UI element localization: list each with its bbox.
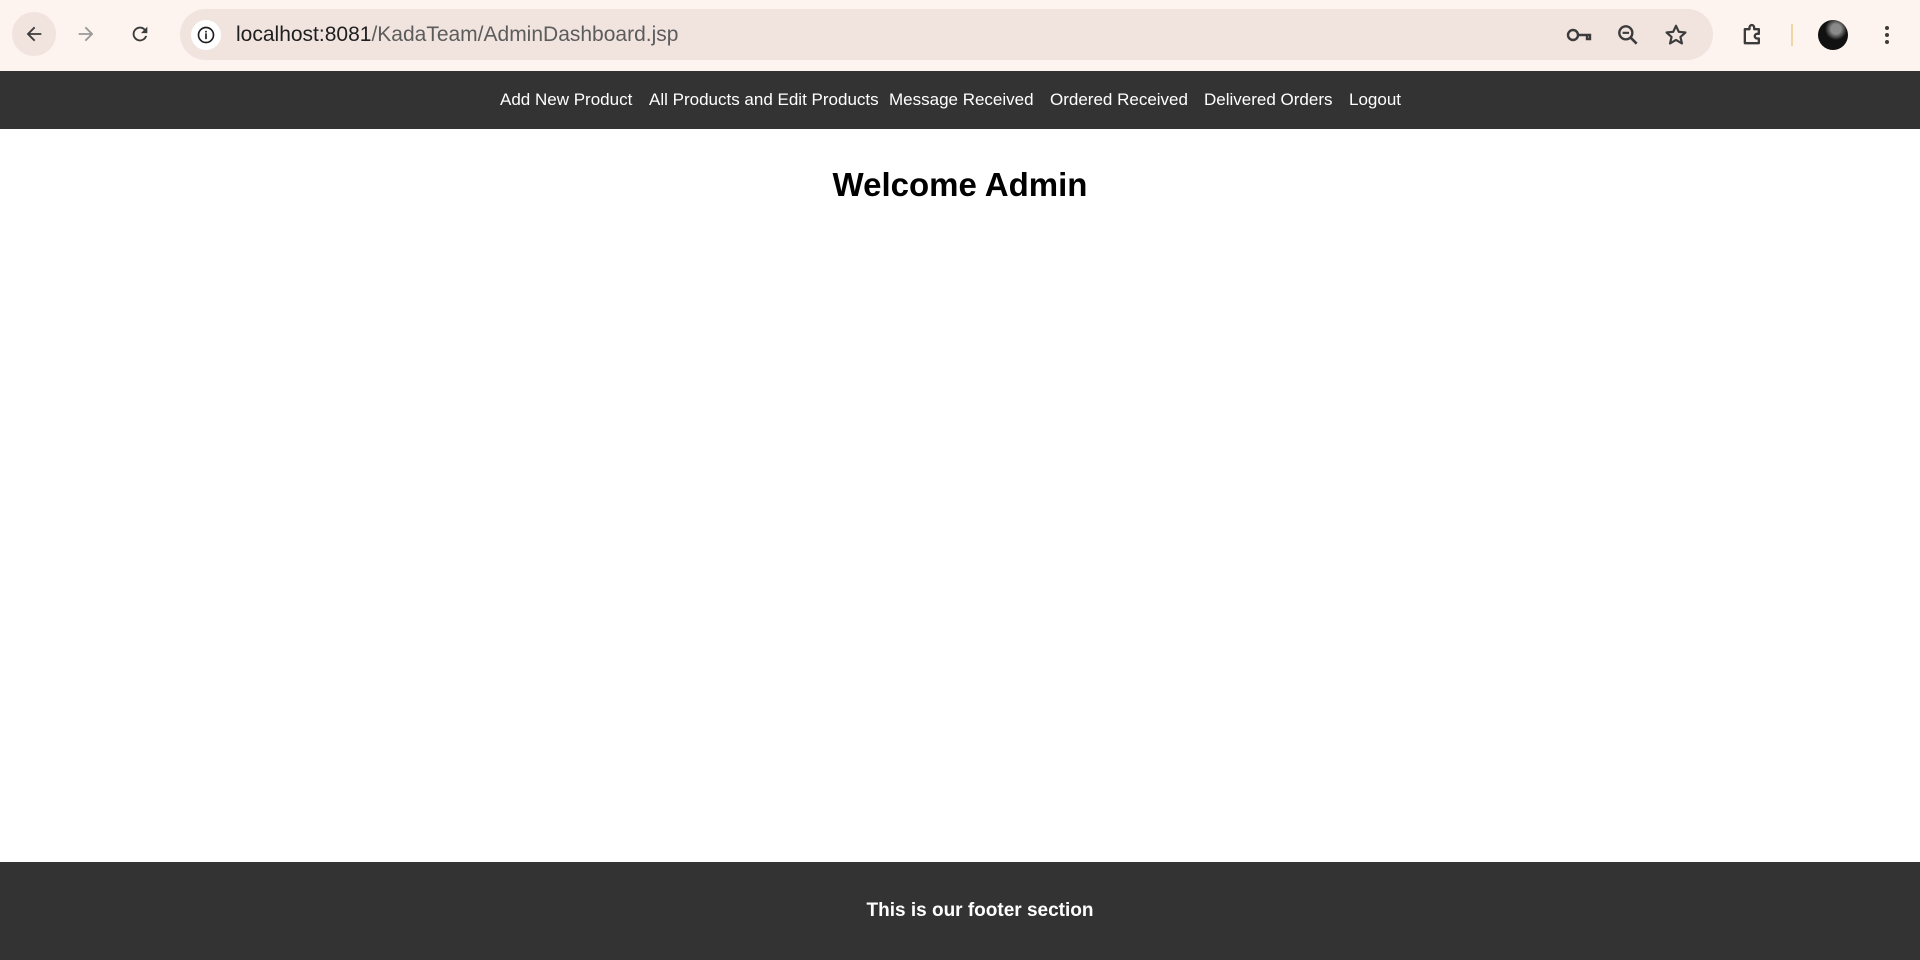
bookmark-button[interactable] (1662, 21, 1690, 49)
nav-message-received[interactable]: Message Received (889, 71, 1034, 129)
zoom-out-icon (1618, 25, 1638, 45)
site-footer: This is our footer section (0, 862, 1920, 960)
nav-logout[interactable]: Logout (1349, 71, 1401, 129)
nav-delivered-orders[interactable]: Delivered Orders (1204, 71, 1333, 129)
page-title: Welcome Admin (832, 166, 1088, 203)
puzzle-icon (1743, 23, 1760, 45)
url-path: /KadaTeam/AdminDashboard.jsp (371, 23, 679, 46)
url-host: localhost:8081 (236, 23, 372, 46)
admin-nav-bar: Add New Product All Products and Edit Pr… (0, 71, 1920, 129)
password-manager-button[interactable] (1565, 21, 1593, 49)
arrow-right-icon (78, 26, 94, 42)
reload-button[interactable] (118, 12, 162, 56)
zoom-button[interactable] (1614, 21, 1642, 49)
extensions-button[interactable] (1738, 20, 1768, 50)
address-bar[interactable]: localhost:8081/KadaTeam/AdminDashboard.j… (180, 9, 1713, 60)
footer-text: This is our footer section (866, 900, 1094, 921)
star-icon (1665, 24, 1687, 45)
forward-button[interactable] (64, 12, 108, 56)
kebab-menu-icon (1885, 26, 1889, 44)
nav-ordered-received[interactable]: Ordered Received (1050, 71, 1188, 129)
site-info-button[interactable] (191, 20, 221, 50)
browser-toolbar: localhost:8081/KadaTeam/AdminDashboard.j… (0, 0, 1920, 71)
back-button[interactable] (12, 12, 56, 56)
profile-avatar[interactable] (1818, 20, 1848, 50)
info-icon (197, 26, 215, 44)
reload-icon (132, 26, 148, 42)
toolbar-divider (1791, 24, 1793, 46)
nav-add-new-product[interactable]: Add New Product (500, 71, 632, 129)
arrow-left-icon (26, 26, 42, 42)
url-text[interactable]: localhost:8081/KadaTeam/AdminDashboard.j… (236, 9, 678, 60)
nav-all-products[interactable]: All Products and Edit Products (649, 71, 879, 129)
browser-menu-button[interactable] (1872, 20, 1902, 50)
key-icon (1566, 28, 1592, 42)
